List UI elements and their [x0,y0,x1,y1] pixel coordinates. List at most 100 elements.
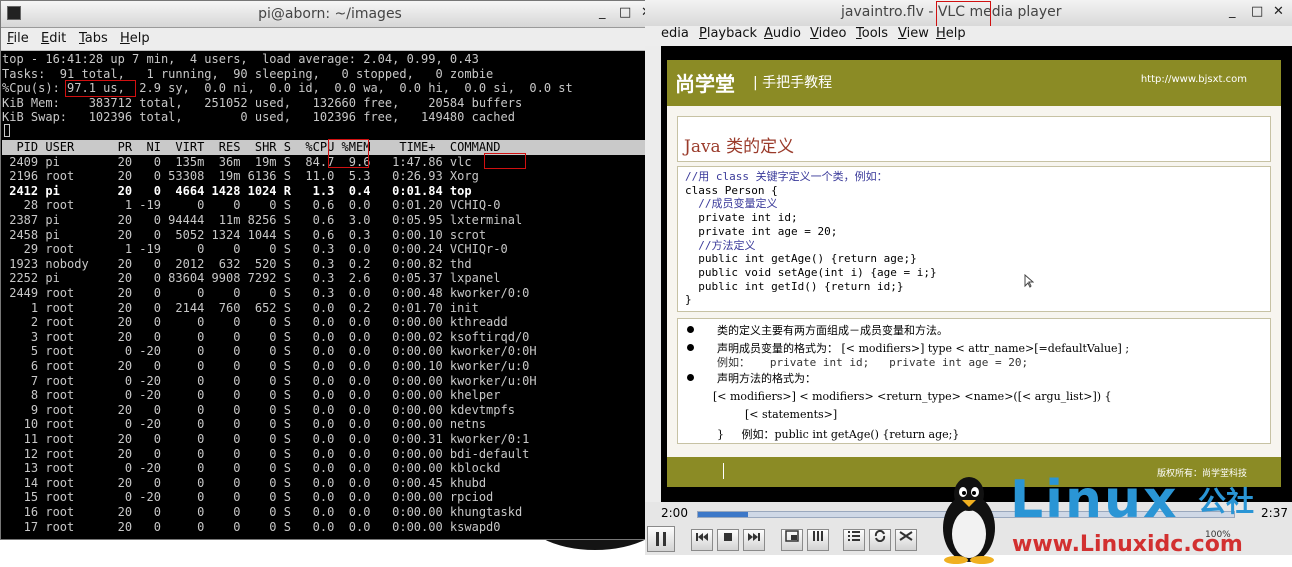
slide-code-line: private int id; [685,211,798,225]
process-row: 2449 root 20 0 0 0 0 S 0.3 0.0 0:00.48 k… [2,286,530,300]
process-row: 2412 pi 20 0 4664 1428 1024 R 1.3 0.4 0:… [2,183,472,198]
process-row: 17 root 20 0 0 0 0 S 0.0 0.0 0:00.00 ksw… [2,519,501,534]
vlc-menubar: edia Playback Audio Video Tools View Hel… [645,26,1292,46]
terminal-maximize-button[interactable]: □ [619,5,631,20]
terminal-minimize-button[interactable]: _ [599,5,606,20]
vlc-loop-button[interactable] [869,529,891,551]
process-row: 6 root 20 0 0 0 0 S 0.0 0.0 0:00.10 kwor… [2,359,530,373]
process-table-header: PID USER PR NI VIRT RES SHR S %CPU %MEM … [2,140,501,154]
stop-icon [724,533,732,541]
watermark-url: www.Linuxidc.com [1012,532,1243,557]
slide-code-line: public int getId() {return id;} [685,279,904,293]
process-row: 14 root 20 0 0 0 0 S 0.0 0.0 0:00.45 khu… [2,475,487,490]
vlc-menu-view[interactable]: View [898,26,929,41]
vlc-menu-media[interactable]: edia [661,26,689,41]
terminal-window: pi@aborn: ~/images _ □ ✕ File Edit Tabs … [0,0,660,540]
slide-code-line: //成员变量定义 [685,197,778,211]
shuffle-icon [899,531,913,541]
process-row: 9 root 20 0 0 0 0 S 0.0 0.0 0:00.00 kdev… [2,402,515,417]
terminal-cursor [4,124,10,137]
vlc-next-button[interactable] [743,529,765,551]
watermark-brand: Linux [1010,470,1179,530]
menu-file[interactable]: File [7,31,29,46]
slide-code-line: } [685,293,692,307]
slide-code-line: class Person { [685,183,778,197]
vlc-pause-button[interactable] [647,526,675,552]
process-row: 3 root 20 0 0 0 0 S 0.0 0.0 0:00.02 ksof… [2,329,530,344]
process-row: 2409 pi 20 0 135m 36m 19m S 84.7 9.6 1:4… [2,154,472,169]
bullet-dot-1 [687,326,694,333]
playlist-icon [848,531,860,541]
vlc-minimize-button[interactable]: _ [1229,4,1236,19]
vlc-video-area[interactable]: 尚学堂 | 手把手教程 http://www.bjsxt.com Java 类的… [661,46,1292,502]
slide-bullet-2-example: 例如： private int id; private int age = 20… [717,356,1029,369]
pause-icon [656,532,666,546]
slide-method-line-2: [< statements>] [745,408,838,421]
process-row: 29 root 1 -19 0 0 0 S 0.3 0.0 0:00.24 VC… [2,242,508,257]
terminal-titlebar[interactable]: pi@aborn: ~/images _ □ ✕ [1,1,659,28]
vlc-seek-fill [698,512,748,517]
process-row: 8 root 0 -20 0 0 0 S 0.0 0.0 0:00.00 khe… [2,388,501,403]
vlc-maximize-button[interactable]: □ [1251,4,1263,19]
vlc-menu-playback[interactable]: Playback [699,26,757,41]
slide-footer-separator [723,463,724,479]
vlc-time-elapsed: 2:00 [661,506,688,520]
watermark-brand-cn: 公社 [1198,485,1255,518]
vlc-fullscreen-button[interactable] [781,529,803,551]
process-row: 1923 nobody 20 0 2012 632 520 S 0.3 0.2 … [2,256,472,271]
process-row: 15 root 0 -20 0 0 0 S 0.0 0.0 0:00.00 rp… [2,490,494,505]
slide-code: //用 class 关键字定义一个类，例如： class Person { //成… [685,170,937,307]
process-row: 10 root 0 -20 0 0 0 S 0.0 0.0 0:00.00 ne… [2,417,487,432]
vlc-previous-button[interactable] [691,529,713,551]
process-row: 2458 pi 20 0 5052 1324 1044 S 0.6 0.3 0:… [2,227,487,242]
terminal-title: pi@aborn: ~/images [258,6,402,22]
process-row: 13 root 0 -20 0 0 0 S 0.0 0.0 0:00.00 kb… [2,461,501,476]
cpu-us-highlight [65,80,136,97]
next-icon [748,533,760,541]
vlc-shuffle-button[interactable] [895,529,917,551]
bullet-dot-3 [687,374,694,381]
linuxidc-watermark: Linux 公社 www.Linuxidc.com [928,468,1292,567]
fullscreen-icon [785,530,799,542]
vlc-titlebar[interactable]: javaintro.flv - VLC media player _ □ ✕ [645,0,1292,30]
cpu-column-highlight [328,139,369,168]
process-row: 5 root 0 -20 0 0 0 S 0.0 0.0 0:00.00 kwo… [2,344,537,359]
vlc-menu-tools[interactable]: Tools [856,26,888,41]
process-row: 2 root 20 0 0 0 0 S 0.0 0.0 0:00.00 kthr… [2,315,508,330]
slide-logo: 尚学堂 [675,72,735,96]
vlc-close-button[interactable]: ✕ [1273,4,1284,19]
slide-code-line: public void setAge(int i) {age = i;} [685,265,937,279]
loop-icon [874,529,886,543]
slide-bullet-3: 声明方法的格式为： [717,372,816,385]
slide-title: Java 类的定义 [684,137,795,157]
top-summary-mem: KiB Mem: 383712 total, 251052 used, 1326… [2,95,523,110]
previous-icon [696,533,708,541]
process-row: 11 root 20 0 0 0 0 S 0.0 0.0 0:00.31 kwo… [2,432,530,446]
vlc-menu-video[interactable]: Video [810,26,846,41]
slide-code-line: //方法定义 [685,238,756,252]
slide-code-line: private int age = 20; [685,224,838,238]
mouse-pointer-icon [1024,274,1034,288]
process-row: 1 root 20 0 2144 760 652 S 0.0 0.2 0:01.… [2,300,479,315]
menu-tabs[interactable]: Tabs [79,31,108,46]
slide-code-line: public int getAge() {return age;} [685,252,917,266]
vlc-extended-settings-button[interactable] [807,529,829,551]
slide-subtitle: | 手把手教程 [753,75,833,91]
slide-code-line: //用 class 关键字定义一个类，例如： [685,170,888,183]
top-summary-uptime: top - 16:41:28 up 7 min, 4 users, load a… [2,52,479,66]
vlc-playlist-button[interactable] [843,529,865,551]
top-summary-tasks: Tasks: 91 total, 1 running, 90 sleeping,… [2,66,494,81]
vlc-stop-button[interactable] [717,529,739,551]
command-vlc-highlight [484,153,526,169]
process-row: 16 root 20 0 0 0 0 S 0.0 0.0 0:00.00 khu… [2,505,523,519]
vlc-menu-audio[interactable]: Audio [764,26,801,41]
top-summary-swap: KiB Swap: 102396 total, 0 used, 102396 f… [2,110,515,125]
tux-penguin-icon [943,477,995,564]
slide-bullet-1: 类的定义主要有两方面组成－成员变量和方法。 [717,324,948,337]
slide-method-line-1: [< modifiers>] < modifiers> <return_type… [713,390,1112,403]
slide-method-line-3: } 例如：public int getAge() {return age;} [717,428,960,441]
menu-help[interactable]: Help [120,31,150,46]
menu-edit[interactable]: Edit [41,31,66,46]
terminal-screen[interactable]: top - 16:41:28 up 7 min, 4 users, load a… [2,51,648,539]
vlc-menu-help[interactable]: Help [936,26,966,41]
